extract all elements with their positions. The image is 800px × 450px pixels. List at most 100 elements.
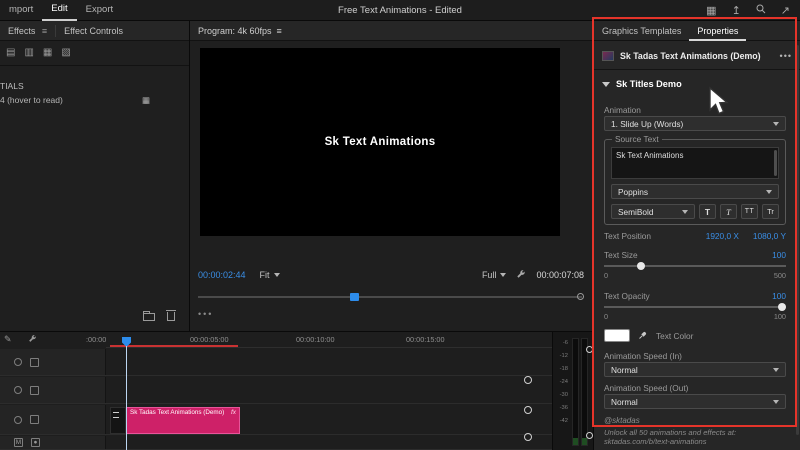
text-color-swatch[interactable] [604, 329, 630, 342]
slider-knob[interactable] [636, 262, 645, 270]
bold-button[interactable]: T [699, 204, 716, 219]
program-video-preview[interactable]: Sk Text Animations [200, 48, 560, 236]
font-style-dropdown[interactable]: SemiBold [611, 204, 695, 219]
video-track-3[interactable] [0, 349, 552, 376]
clip-head-segment[interactable] [110, 407, 126, 434]
panel-overflow-dots[interactable]: ••• [198, 309, 213, 319]
menu-edit[interactable]: Edit [42, 0, 77, 21]
bin-view-icon-1[interactable]: ▤ [6, 47, 15, 58]
video-track-2[interactable] [0, 377, 552, 404]
scrollbar-handle[interactable] [586, 432, 593, 439]
tab-effect-controls[interactable]: Effect Controls [56, 21, 131, 41]
db-scale-label: -6 [562, 340, 568, 346]
new-bin-icon[interactable] [143, 311, 155, 321]
mute-icon[interactable]: M [14, 438, 23, 447]
text-color-label: Text Color [656, 330, 694, 341]
track-lock-icon[interactable] [30, 385, 39, 395]
text-opacity-slider[interactable] [604, 303, 786, 311]
scrollbar-handle[interactable] [524, 406, 532, 414]
workspace-layout-icon[interactable]: ▦ [706, 4, 716, 17]
timeline-settings-icon[interactable] [28, 334, 37, 345]
work-area-bar[interactable] [110, 345, 238, 347]
animation-speed-in-dropdown[interactable]: Normal [604, 362, 786, 377]
audio-meter-left [572, 338, 579, 446]
tracking-button[interactable]: Tr [762, 204, 779, 219]
eyedropper-icon[interactable] [638, 330, 648, 342]
scrub-playhead[interactable] [350, 293, 359, 301]
marker-pen-icon[interactable]: ✎ [4, 334, 12, 345]
mic-icon[interactable]: ● [31, 438, 40, 447]
menu-import[interactable]: mport [0, 0, 42, 20]
divider [594, 69, 800, 70]
effects-panel: Effects ≡ Effect Controls ▤ ▥ ▦ ▧ TIALS … [0, 21, 189, 331]
fit-dropdown[interactable]: Fit [260, 270, 280, 280]
bin-item-label: 4 (hover to read) [0, 95, 63, 105]
bin-view-icon-4[interactable]: ▧ [61, 47, 70, 58]
ruler-label: 00:00:05:00 [190, 335, 229, 344]
tab-effects[interactable]: Effects ≡ [0, 21, 55, 41]
video-track-1[interactable] [0, 405, 552, 435]
bin-item[interactable]: 4 (hover to read) ▦ [0, 95, 150, 106]
track-lock-icon[interactable] [30, 415, 39, 424]
clip-label-text: Sk Tadas Text Animations (Demo) [130, 409, 225, 416]
all-caps-button[interactable]: TT [741, 204, 758, 219]
panel-scrollbar[interactable] [796, 45, 799, 435]
scrollbar-handle[interactable] [524, 433, 532, 441]
current-timecode[interactable]: 00:00:02:44 [198, 270, 246, 280]
position-y-value[interactable]: 1080,0 Y [753, 231, 786, 241]
position-x-value[interactable]: 1920,0 X [706, 231, 739, 241]
quick-export-icon[interactable]: ↥ [732, 4, 741, 17]
chevron-down-icon [773, 121, 779, 126]
selected-clip-name: Sk Tadas Text Animations (Demo) [620, 51, 761, 61]
settings-wrench-icon[interactable] [516, 269, 526, 281]
video-track-3-header [0, 349, 106, 375]
textarea-scrollbar[interactable] [774, 150, 777, 176]
audio-track-1[interactable]: M ● [0, 436, 552, 450]
bin-view-icon-2[interactable]: ▥ [24, 47, 33, 58]
audio-track-1-header: M ● [0, 436, 106, 449]
track-toggle-icon[interactable] [14, 358, 22, 366]
ruler-label: 00:00:15:00 [406, 335, 445, 344]
db-scale-label: -42 [559, 418, 568, 424]
tab-graphics-templates[interactable]: Graphics Templates [594, 21, 689, 41]
text-size-value[interactable]: 100 [772, 250, 786, 260]
delete-icon[interactable] [166, 310, 176, 321]
video-track-1-header [0, 405, 106, 434]
chevron-down-icon[interactable] [602, 81, 610, 87]
text-opacity-value[interactable]: 100 [772, 291, 786, 301]
timeline-clip[interactable]: Sk Tadas Text Animations (Demo) fx [126, 407, 240, 434]
bin-view-icon-3[interactable]: ▦ [43, 47, 52, 58]
scrub-endcap[interactable] [577, 293, 584, 300]
more-options-icon[interactable]: ••• [780, 51, 792, 61]
tab-properties[interactable]: Properties [689, 21, 747, 41]
ruler-label: 00:00:10:00 [296, 335, 335, 344]
ruler-label: :00:00 [86, 335, 107, 344]
scrollbar-handle[interactable] [524, 376, 532, 384]
db-scale-label: -18 [559, 366, 568, 372]
font-family-dropdown[interactable]: Poppins [611, 184, 779, 199]
track-toggle-icon[interactable] [14, 386, 22, 394]
slider-knob[interactable] [778, 303, 786, 311]
menu-export[interactable]: Export [77, 0, 122, 20]
clip-thumbnail [602, 51, 614, 61]
text-size-min: 0 [604, 271, 609, 280]
animation-speed-out-dropdown[interactable]: Normal [604, 394, 786, 409]
panel-menu-icon[interactable]: ≡ [277, 26, 282, 36]
italic-button[interactable]: T [720, 204, 737, 219]
playback-resolution-dropdown[interactable]: Full [482, 270, 507, 280]
author-handle: @sktadas [604, 416, 640, 425]
track-toggle-icon[interactable] [14, 415, 22, 424]
program-scrub-bar[interactable] [198, 293, 584, 301]
panel-menu-icon[interactable]: ≡ [39, 26, 47, 36]
fullscreen-icon[interactable]: ↗ [781, 4, 790, 17]
scrollbar-handle[interactable] [586, 346, 593, 353]
track-lock-icon[interactable] [30, 357, 39, 367]
search-icon[interactable] [756, 4, 766, 17]
text-size-slider[interactable] [604, 262, 786, 270]
promo-text: Unlock all 50 animations and effects at:… [604, 428, 737, 447]
source-text-group-label: Source Text [612, 134, 662, 144]
animation-dropdown[interactable]: 1. Slide Up (Words) [604, 116, 786, 131]
text-opacity-min: 0 [604, 312, 609, 321]
source-text-input[interactable]: Sk Text Animations [611, 147, 779, 179]
section-sk-titles-demo[interactable]: Sk Titles Demo [602, 79, 682, 89]
